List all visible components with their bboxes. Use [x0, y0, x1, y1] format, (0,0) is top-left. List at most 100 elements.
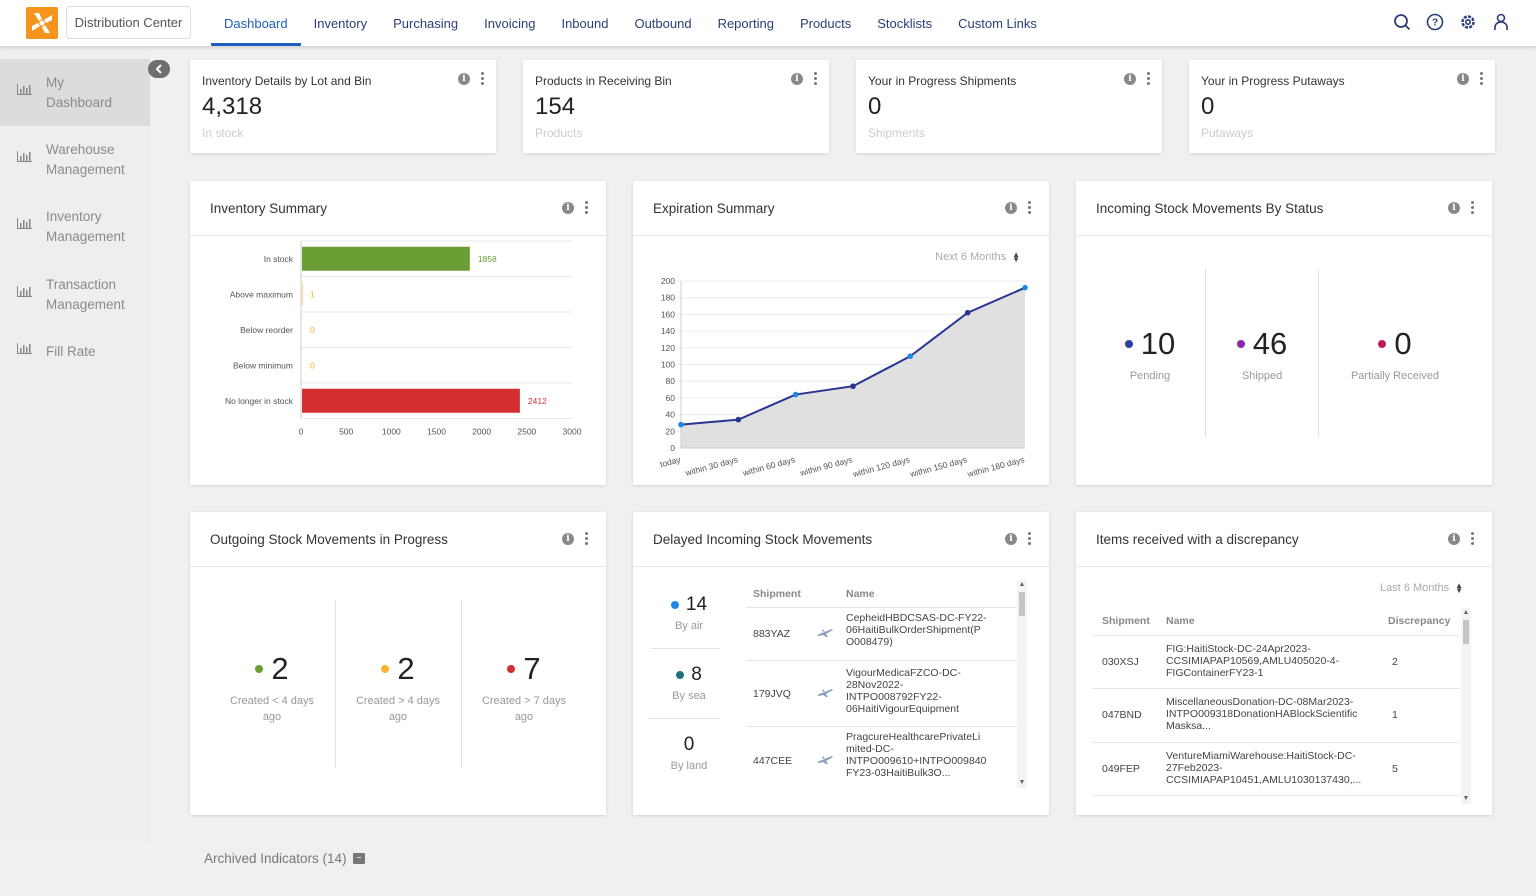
column-header-discrepancy[interactable]: Discrepancy [1388, 615, 1450, 627]
card-header: Items received with a discrepancy i [1076, 512, 1492, 567]
period-select[interactable]: Last 6 Months ▲ ▼ [1380, 582, 1463, 595]
kpi-card-receiving-bin[interactable]: Products in Receiving Bin 154 Products i [523, 60, 829, 153]
column-header-name[interactable]: Name [846, 588, 875, 600]
info-icon[interactable]: i [562, 201, 574, 214]
sidebar-item-warehouse-management[interactable]: Warehouse Management [0, 126, 150, 193]
nav-outbound[interactable]: Outbound [621, 0, 704, 46]
more-options-icon[interactable] [584, 201, 588, 214]
shipment-name: VigourMedicaFZCO-DC- 28Nov2022- INTPO00879… [846, 667, 961, 715]
data-label: 2412 [528, 396, 547, 406]
column-header-shipment[interactable]: Shipment [753, 588, 801, 600]
metric-created-lt-4-days[interactable]: 2 Created < 4 days ago [210, 651, 334, 725]
metric-partially-received[interactable]: 0 Partially Received [1319, 326, 1471, 384]
info-icon[interactable]: i [791, 72, 803, 85]
metric-value: 2 [397, 651, 415, 686]
x-tick-label: within 60 days [741, 454, 797, 478]
metric-shipped[interactable]: 46 Shipped [1206, 326, 1318, 384]
more-options-icon[interactable] [584, 532, 588, 545]
info-icon[interactable]: i [1457, 72, 1469, 85]
nav-products[interactable]: Products [787, 0, 864, 46]
kpi-card-inventory-details[interactable]: Inventory Details by Lot and Bin 4,318 I… [190, 60, 496, 153]
more-options-icon[interactable] [1027, 532, 1031, 545]
metric-by-land[interactable]: 0 By land [648, 734, 730, 774]
info-icon[interactable]: i [1448, 201, 1460, 214]
table-row[interactable]: 179JVQ VigourMedicaFZCO-DC- 28Nov2022- INT… [746, 660, 1017, 726]
category-label: Below reorder [240, 325, 293, 335]
shipment-name: VentureMiamiWarehouse:HaitiStock-DC- 27Fe… [1166, 750, 1362, 786]
table-row[interactable]: 447CEE PragcureHealthcarePrivateLi mited-… [746, 726, 1017, 792]
help-icon[interactable]: ? [1426, 11, 1444, 33]
expiration-summary-chart: 0 20 40 60 80 100 120 140 160 180 200 today within 3… [659, 276, 1028, 479]
metric-value: 0 [1394, 326, 1412, 361]
card-header: Inventory Summary i [190, 181, 606, 236]
more-options-icon[interactable] [1470, 201, 1474, 214]
data-label: 0 [310, 360, 315, 370]
scrollbar-thumb[interactable] [1019, 592, 1025, 616]
table-scrollbar[interactable]: ▲ ▼ [1461, 608, 1471, 804]
user-icon[interactable] [1492, 11, 1510, 33]
metric-by-sea[interactable]: 8 By sea [648, 664, 730, 704]
metric-value: 2 [271, 651, 289, 686]
info-icon[interactable]: i [1124, 72, 1136, 85]
more-options-icon[interactable] [1479, 72, 1483, 85]
kpi-card-in-progress-putaways[interactable]: Your in Progress Putaways 0 Putaways i [1189, 60, 1495, 153]
scroll-up-icon[interactable]: ▲ [1017, 580, 1027, 590]
card-title: Inventory Details by Lot and Bin [202, 74, 372, 88]
scroll-down-icon[interactable]: ▼ [1017, 778, 1027, 788]
data-point [678, 421, 684, 428]
info-icon[interactable]: i [458, 72, 470, 85]
scroll-up-icon[interactable]: ▲ [1461, 608, 1471, 618]
info-icon[interactable]: i [562, 532, 574, 545]
nav-dashboard[interactable]: Dashboard [211, 0, 301, 46]
sidebar-item-fill-rate[interactable]: Fill Rate [0, 328, 150, 376]
column-header-shipment[interactable]: Shipment [1102, 615, 1150, 627]
app-logo[interactable] [26, 7, 58, 39]
settings-icon[interactable] [1459, 11, 1477, 33]
nav-reporting[interactable]: Reporting [705, 0, 787, 46]
nav-inbound[interactable]: Inbound [548, 0, 621, 46]
nav-inventory[interactable]: Inventory [301, 0, 380, 46]
nav-purchasing[interactable]: Purchasing [380, 0, 471, 46]
table-scrollbar[interactable]: ▲ ▼ [1017, 580, 1027, 788]
sidebar-item-inventory-management[interactable]: Inventory Management [0, 193, 150, 261]
info-icon[interactable]: i [1005, 201, 1017, 214]
data-point [964, 309, 971, 316]
column-header-name[interactable]: Name [1166, 615, 1195, 627]
more-options-icon[interactable] [813, 72, 817, 85]
card-title: Products in Receiving Bin [535, 74, 672, 88]
search-icon[interactable] [1393, 11, 1411, 33]
y-tick-label: 40 [666, 410, 676, 420]
info-icon[interactable]: i [1448, 532, 1460, 545]
scrollbar-thumb[interactable] [1463, 620, 1469, 644]
period-select[interactable]: Next 6 Months ▲ ▼ [935, 251, 1020, 264]
nav-stocklists[interactable]: Stocklists [864, 0, 945, 46]
table-row[interactable]: 047BND MiscellaneousDonation-DC-08Mar202… [1092, 688, 1460, 742]
sidebar-collapse-button[interactable] [148, 60, 170, 78]
table-row[interactable]: 030XSJ FIG:HaitiStock-DC-24Apr2023- CCSIM… [1092, 635, 1460, 688]
table-row[interactable] [1092, 795, 1460, 803]
metric-by-air[interactable]: 14 By air [648, 594, 730, 634]
table-row[interactable]: 883YAZ CepheidHBDCSAS-DC-FY22- 06HaitiBul… [746, 607, 1017, 660]
scroll-down-icon[interactable]: ▼ [1461, 794, 1471, 804]
card-header: Outgoing Stock Movements in Progress i [190, 512, 606, 567]
nav-invoicing[interactable]: Invoicing [471, 0, 548, 46]
metric-created-gt-4-days[interactable]: 2 Created > 4 days ago [336, 651, 460, 725]
metric-pending[interactable]: 10 Pending [1096, 326, 1204, 384]
table-row[interactable]: 049FEP VentureMiamiWarehouse:HaitiStock-… [1092, 742, 1460, 795]
more-options-icon[interactable] [1027, 201, 1031, 214]
more-options-icon[interactable] [1146, 72, 1150, 85]
kpi-card-in-progress-shipments[interactable]: Your in Progress Shipments 0 Shipments i [856, 60, 1162, 153]
metric-created-gt-7-days[interactable]: 7 Created > 7 days ago [462, 651, 586, 725]
more-options-icon[interactable] [1470, 532, 1474, 545]
nav-custom-links[interactable]: Custom Links [945, 0, 1050, 46]
archived-indicators-link[interactable]: Archived Indicators (14) [204, 851, 365, 866]
sidebar-item-my-dashboard[interactable]: My Dashboard [0, 59, 150, 126]
sidebar-item-transaction-management[interactable]: Transaction Management [0, 261, 150, 328]
info-icon[interactable]: i [1005, 532, 1017, 545]
metric-value: 0 [683, 734, 695, 755]
y-tick-label: 200 [661, 276, 675, 286]
x-tick-label: within 150 days [908, 454, 968, 479]
location-selector-button[interactable]: Distribution Center [66, 6, 191, 39]
bar-chart-icon [17, 217, 33, 237]
more-options-icon[interactable] [480, 72, 484, 85]
